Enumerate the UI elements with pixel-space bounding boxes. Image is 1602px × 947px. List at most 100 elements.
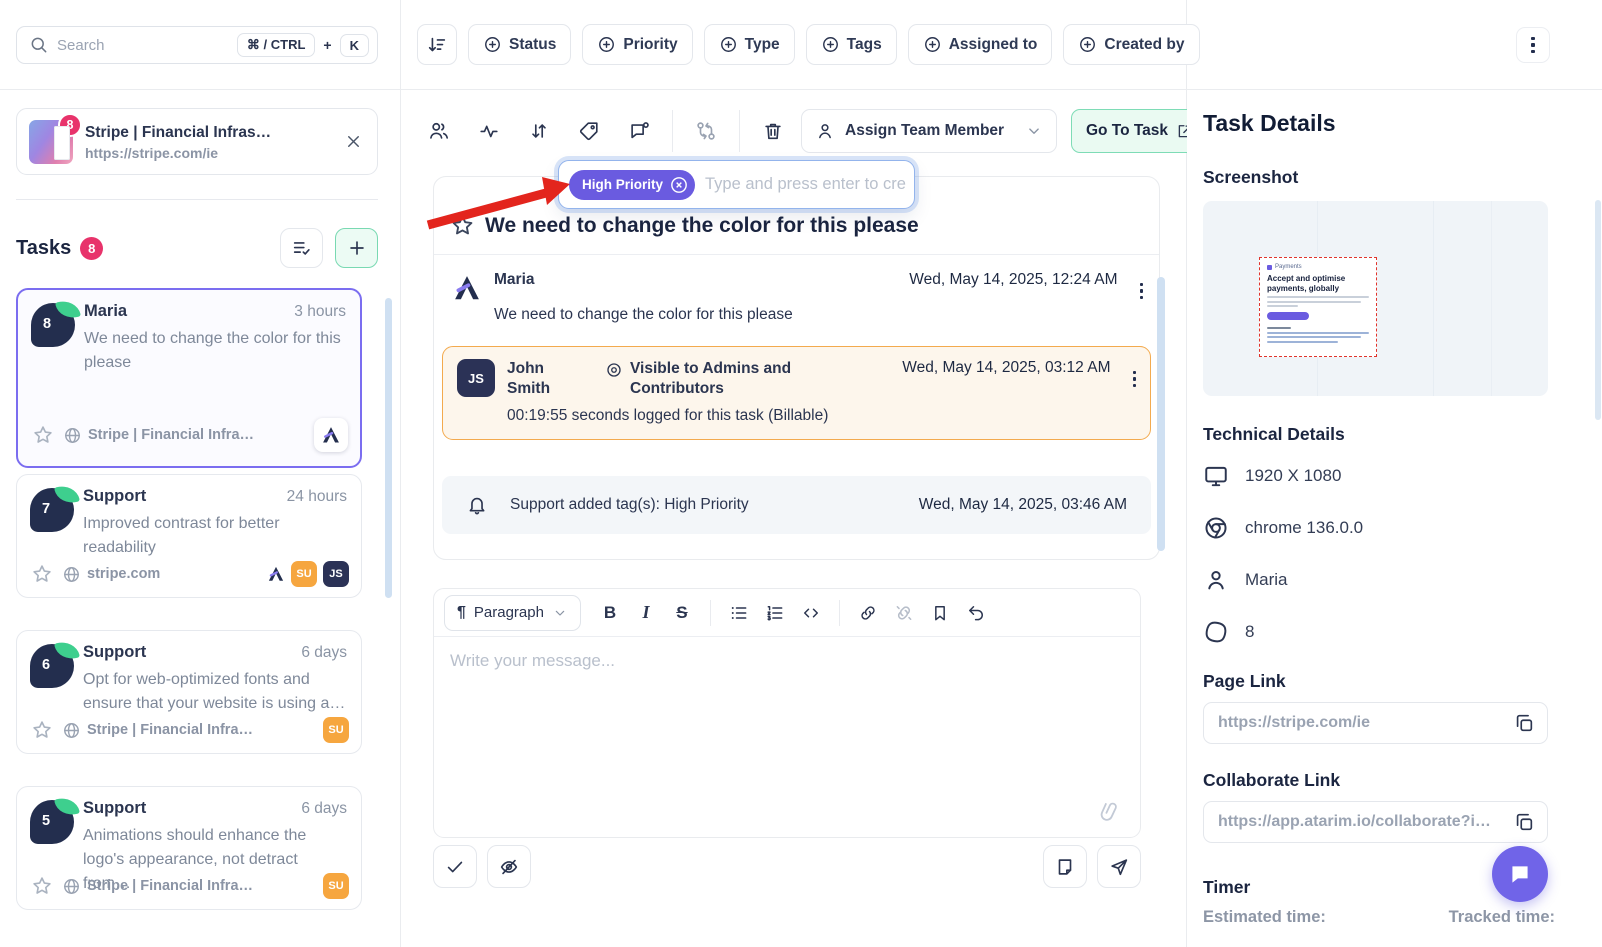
tag-input-placeholder[interactable]: Type and press enter to cre: [705, 175, 906, 194]
chat-fab-button[interactable]: [1492, 846, 1548, 902]
atarim-logo-icon: [267, 565, 285, 583]
time-log-comment: JS John Smith Visible to Admins and Cont…: [442, 346, 1151, 440]
strikethrough-button[interactable]: S: [665, 596, 699, 630]
git-compare-icon: [695, 120, 717, 142]
tag-input-popup[interactable]: High Priority Type and press enter to cr…: [558, 160, 915, 209]
tags-button[interactable]: [567, 109, 611, 153]
comment-menu-button[interactable]: [1133, 361, 1137, 387]
resolve-button[interactable]: [433, 845, 477, 888]
sidebar-divider: [400, 0, 401, 947]
collaborate-link-field[interactable]: https://app.atarim.io/collaborate?i…: [1203, 801, 1548, 843]
assignee-badge-su: SU: [323, 717, 349, 743]
assign-team-member-select[interactable]: Assign Team Member: [801, 109, 1057, 153]
divider: [710, 600, 711, 626]
atarim-badge: [314, 418, 348, 452]
link-icon: [858, 603, 878, 623]
tracked-time-label: Tracked time:: [1449, 908, 1555, 927]
star-icon[interactable]: [450, 213, 475, 238]
task-preview-text: We need to change the color for this ple…: [84, 327, 346, 375]
send-button[interactable]: [1097, 845, 1141, 888]
header-more-button[interactable]: [1516, 27, 1550, 63]
block-format-select[interactable]: ¶ Paragraph: [444, 595, 581, 631]
task-avatar: 7: [30, 488, 74, 532]
task-card[interactable]: 5 Support 6 days Animations should enhan…: [16, 786, 362, 910]
search-input[interactable]: [57, 37, 229, 54]
panel-title: Task Details: [1203, 110, 1586, 137]
ordered-list-icon: [765, 603, 785, 623]
task-card[interactable]: 7 Support 24 hours Improved contrast for…: [16, 474, 362, 598]
filter-bar: Status Priority Type Tags Assigned to Cr…: [417, 24, 1200, 65]
chrome-icon: [1203, 515, 1229, 541]
technical-details-label: Technical Details: [1203, 424, 1586, 445]
note-icon: [1054, 856, 1076, 878]
divider: [739, 110, 740, 152]
trash-icon: [762, 120, 784, 142]
shortcut-plus: +: [323, 37, 331, 53]
activity-button[interactable]: [467, 109, 511, 153]
bookmark-button[interactable]: [923, 596, 957, 630]
globe-icon: [63, 426, 82, 445]
copy-page-link-button[interactable]: [1513, 712, 1535, 734]
link-button[interactable]: [851, 596, 885, 630]
task-card[interactable]: 8 Maria 3 hours We need to change the co…: [16, 288, 362, 468]
bullet-list-button[interactable]: [722, 596, 756, 630]
circle-plus-icon: [821, 35, 840, 54]
star-icon[interactable]: [31, 875, 53, 897]
ordered-list-button[interactable]: [758, 596, 792, 630]
screenshot-preview[interactable]: Payments Accept and optimise payments, g…: [1203, 201, 1548, 396]
star-icon[interactable]: [32, 424, 54, 446]
arrows-up-down-icon: [528, 120, 550, 142]
assignee-badge-su: SU: [323, 873, 349, 899]
copy-icon: [1513, 712, 1535, 734]
sort-button[interactable]: [417, 24, 457, 65]
copy-icon: [1513, 811, 1535, 833]
site-card[interactable]: 8 Stripe | Financial Infras… https://str…: [16, 108, 378, 175]
assignee-badge-js: JS: [323, 561, 349, 587]
status-flag-button[interactable]: [617, 109, 661, 153]
unlink-button[interactable]: [887, 596, 921, 630]
task-author: Support: [83, 799, 146, 818]
internal-note-toggle[interactable]: [487, 845, 531, 888]
bold-button[interactable]: B: [593, 596, 627, 630]
code-button[interactable]: [794, 596, 828, 630]
site-close-button[interactable]: [344, 132, 363, 151]
attach-file-button[interactable]: [1095, 796, 1126, 827]
remove-tag-icon[interactable]: [669, 175, 689, 195]
filter-status[interactable]: Status: [468, 24, 571, 65]
add-task-button[interactable]: [335, 228, 378, 268]
tasks-heading: Tasks: [16, 237, 71, 260]
italic-button[interactable]: I: [629, 596, 663, 630]
compare-button[interactable]: [684, 109, 728, 153]
sidebar-scrollbar[interactable]: [385, 298, 392, 598]
sort-order-button[interactable]: [517, 109, 561, 153]
comments-scrollbar[interactable]: [1157, 277, 1165, 551]
task-avatar: 6: [30, 644, 74, 688]
circle-plus-icon: [923, 35, 942, 54]
message-input[interactable]: Write your message...: [434, 637, 1140, 837]
time-log-text: 00:19:55 seconds logged for this task (B…: [507, 407, 1136, 425]
search-bar[interactable]: ⌘ / CTRL + K: [16, 26, 378, 64]
delete-task-button[interactable]: [751, 109, 795, 153]
undo-button[interactable]: [959, 596, 993, 630]
details-scrollbar[interactable]: [1595, 200, 1601, 420]
comment-menu-button[interactable]: [1140, 273, 1144, 299]
assignee-badge-su: SU: [291, 561, 317, 587]
star-icon[interactable]: [31, 563, 53, 585]
filter-priority[interactable]: Priority: [582, 24, 692, 65]
collaborators-button[interactable]: [417, 109, 461, 153]
users-icon: [428, 120, 450, 142]
message-placeholder: Write your message...: [450, 651, 615, 670]
collaborate-link-label: Collaborate Link: [1203, 770, 1586, 791]
star-icon[interactable]: [31, 719, 53, 741]
add-note-button[interactable]: [1043, 845, 1087, 888]
task-card[interactable]: 6 Support 6 days Opt for web-optimized f…: [16, 630, 362, 754]
filter-type[interactable]: Type: [704, 24, 795, 65]
shortcut-cmd-ctrl: ⌘ / CTRL: [237, 33, 316, 57]
filter-tags[interactable]: Tags: [806, 24, 897, 65]
filter-created-by[interactable]: Created by: [1063, 24, 1199, 65]
page-link-field[interactable]: https://stripe.com/ie: [1203, 702, 1548, 744]
copy-collaborate-link-button[interactable]: [1513, 811, 1535, 833]
task-list-options-button[interactable]: [280, 228, 323, 268]
task-author: Support: [83, 487, 146, 506]
filter-assigned-to[interactable]: Assigned to: [908, 24, 1053, 65]
